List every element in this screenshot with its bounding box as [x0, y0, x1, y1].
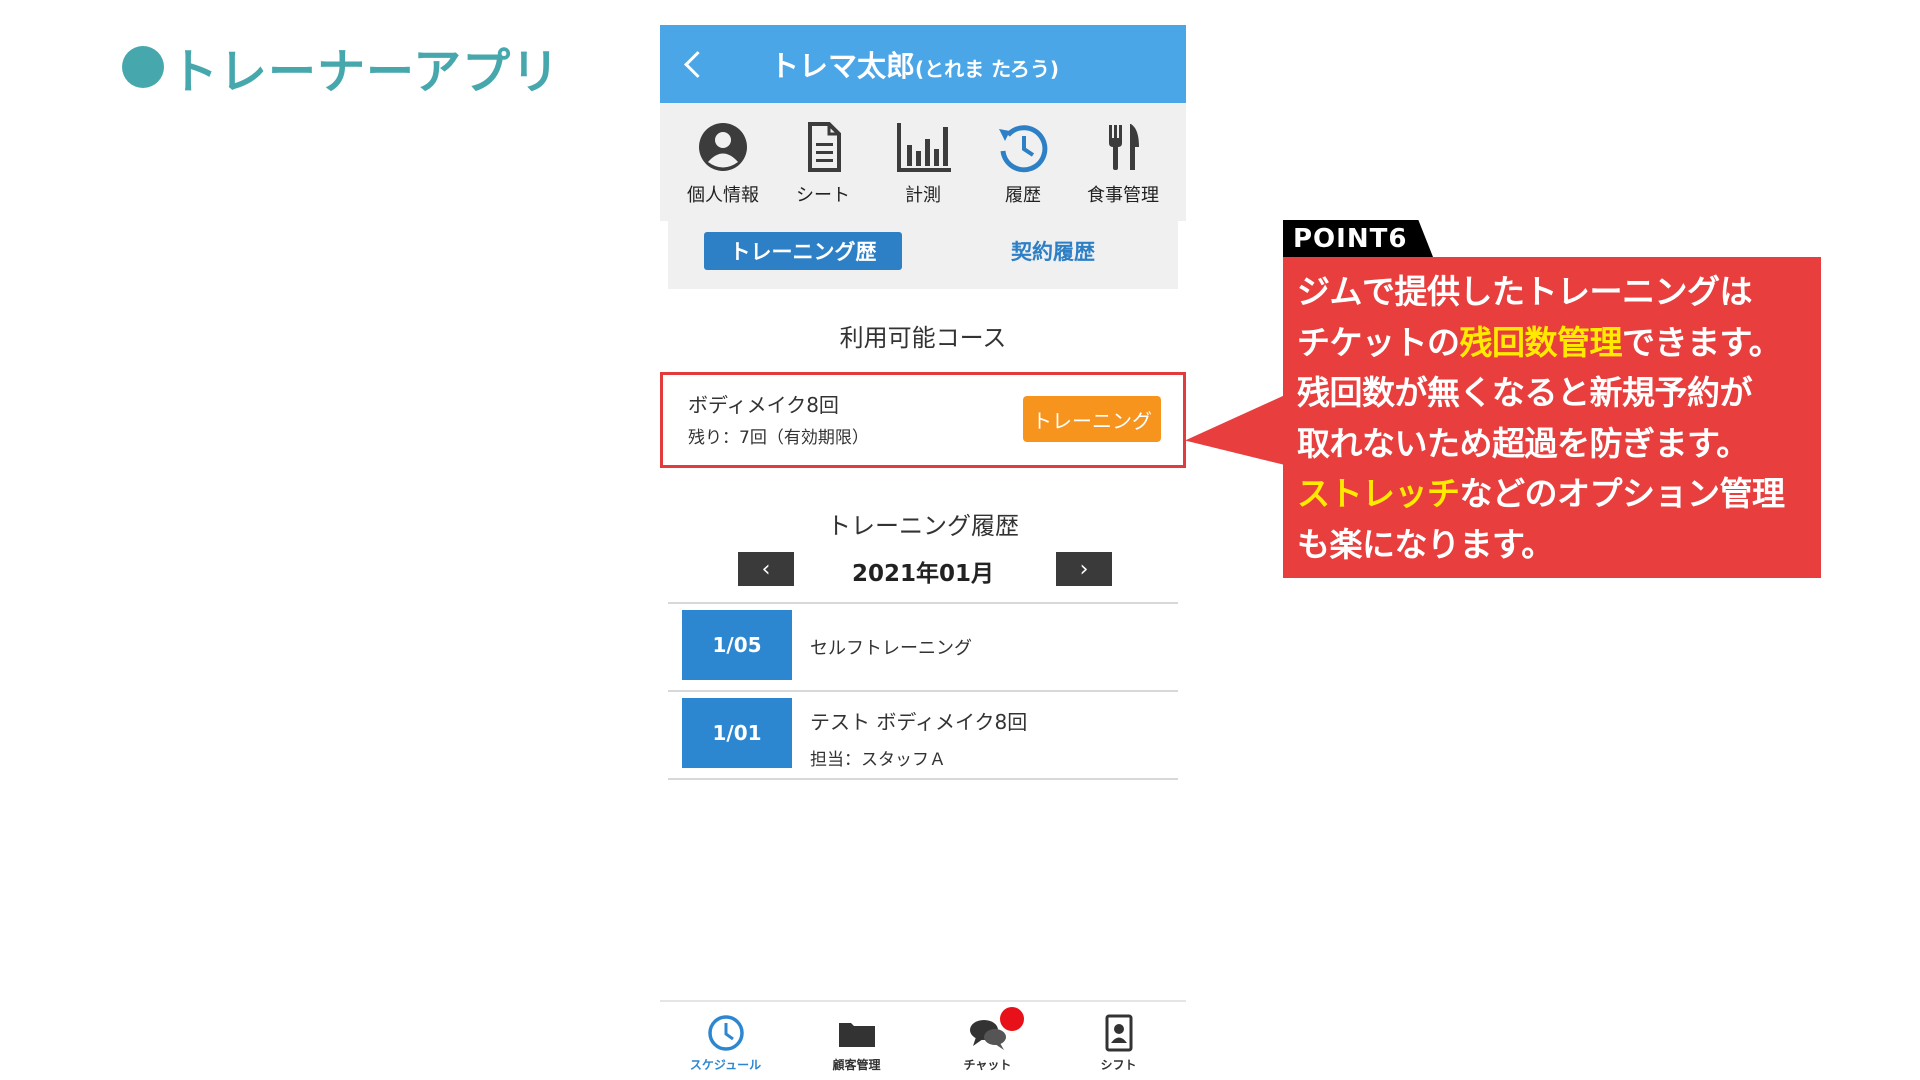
nav-label: スケジュール	[689, 1058, 762, 1072]
folder-icon	[838, 1023, 875, 1047]
callout-text: などのオプション管理	[1459, 474, 1786, 513]
training-history-title: トレーニング履歴	[827, 512, 1019, 540]
callout-box: ジムで提供したトレーニングは チケットの残回数管理できます。 残回数が無くなると…	[1283, 257, 1821, 578]
menu-item-label: 食事管理	[1087, 185, 1159, 206]
customer-name-kana: (とれま たろう)	[915, 57, 1060, 81]
nav-chat[interactable]: チャット	[922, 1002, 1053, 1077]
callout-text: できます。	[1622, 322, 1782, 362]
callout-line: ジムで提供したトレーニングは	[1297, 272, 1753, 311]
start-training-button[interactable]: トレーニング	[1023, 396, 1161, 442]
callout-line: 取れないため超過を防ぎます。	[1297, 423, 1749, 463]
history-tabs: トレーニング歴 契約履歴	[668, 221, 1178, 289]
callout-pointer	[1185, 395, 1285, 465]
menu-item-label: 履歴	[1005, 185, 1041, 206]
bar-chart-icon	[897, 123, 951, 172]
nav-schedule[interactable]: スケジュール	[660, 1002, 791, 1077]
menu-item-meal[interactable]: 食事管理	[1073, 103, 1173, 221]
tab-contract-history[interactable]: 契約履歴	[968, 232, 1138, 270]
callout-line: 残回数が無くなると新規予約が	[1297, 373, 1753, 412]
nav-shift[interactable]: シフト	[1053, 1002, 1184, 1077]
callout-line: チケットの残回数管理できます。	[1297, 318, 1807, 369]
customer-menu-bar: 個人情報 シート 計測 履歴 食事管理	[660, 103, 1186, 221]
menu-item-label: 個人情報	[687, 185, 759, 206]
id-badge-icon	[1105, 1014, 1132, 1052]
callout-highlight: ストレッチ	[1297, 474, 1460, 513]
history-list: 1/05 セルフトレーニング 1/01 テスト ボディメイク8回 担当：スタッフ…	[668, 602, 1178, 780]
prev-month-button[interactable]: ‹	[738, 552, 794, 586]
document-icon	[808, 122, 841, 172]
callout-highlight: 残回数管理	[1459, 322, 1623, 362]
fork-knife-icon	[1109, 124, 1139, 170]
menu-item-history[interactable]: 履歴	[973, 103, 1073, 221]
callout-line: も楽になります。	[1297, 524, 1554, 564]
clock-icon	[707, 1015, 744, 1051]
next-month-button[interactable]: ›	[1056, 552, 1112, 586]
course-card: ボディメイク8回 残り：7回（有効期限） トレーニング	[660, 372, 1186, 468]
history-icon	[999, 125, 1048, 173]
menu-item-measurement[interactable]: 計測	[873, 103, 973, 221]
history-title: セルフトレーニング	[810, 638, 972, 659]
point-tag: POINT6	[1283, 220, 1434, 258]
date-badge: 1/05	[682, 610, 792, 680]
menu-item-label: シート	[796, 185, 850, 206]
back-chevron-icon[interactable]	[684, 51, 711, 78]
course-name: ボディメイク8回	[688, 393, 839, 417]
tab-training-history[interactable]: トレーニング歴	[704, 232, 902, 270]
nav-label: シフト	[1100, 1058, 1137, 1072]
phone-screen: トレマ太郎(とれま たろう) 個人情報 シート 計測 履歴 食事管理 トレーニン…	[660, 25, 1186, 1077]
person-circle-icon	[699, 123, 747, 171]
menu-item-label: 計測	[905, 185, 941, 206]
bottom-nav: スケジュール 顧客管理 チャット シフト	[660, 1000, 1186, 1077]
history-row[interactable]: 1/05 セルフトレーニング	[668, 602, 1178, 690]
notification-badge	[1000, 1007, 1024, 1031]
available-courses-title: 利用可能コース	[839, 324, 1007, 352]
title-bullet-icon	[122, 46, 164, 88]
nav-label: 顧客管理	[832, 1058, 881, 1072]
customer-name: トレマ太郎(とれま たろう)	[770, 43, 1059, 85]
callout-text: チケットの	[1297, 322, 1460, 362]
current-month: 2021年01月	[851, 561, 995, 587]
month-navigator: ‹ 2021年01月 ›	[660, 552, 1186, 588]
slide-title: トレーナーアプリ	[122, 32, 560, 102]
date-badge: 1/01	[682, 698, 792, 768]
course-remaining: 残り：7回（有効期限）	[688, 428, 869, 448]
app-header: トレマ太郎(とれま たろう)	[660, 25, 1186, 103]
menu-item-personal-info[interactable]: 個人情報	[673, 103, 773, 221]
history-row[interactable]: 1/01 テスト ボディメイク8回 担当：スタッフＡ	[668, 690, 1178, 780]
nav-label: チャット	[963, 1058, 1012, 1072]
history-title: テスト ボディメイク8回	[810, 710, 1028, 734]
nav-customers[interactable]: 顧客管理	[791, 1002, 922, 1077]
customer-name-text: トレマ太郎	[770, 49, 916, 83]
slide-title-text: トレーナーアプリ	[170, 44, 561, 100]
callout-line: ストレッチなどのオプション管理	[1297, 469, 1807, 520]
menu-item-sheet[interactable]: シート	[773, 103, 873, 221]
history-staff: 担当：スタッフＡ	[810, 750, 946, 770]
